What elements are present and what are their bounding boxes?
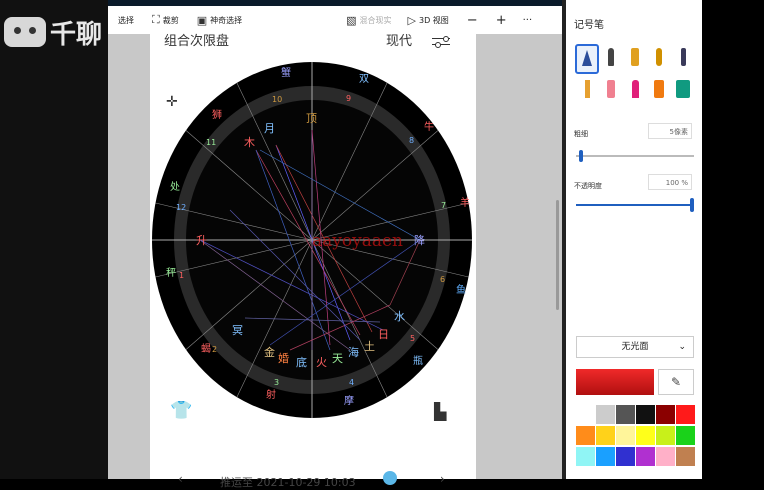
pencil-tool[interactable]: [577, 78, 597, 104]
planet-label-heaven: 天: [332, 352, 343, 365]
zodiac-sign-label: 瓶: [413, 354, 423, 367]
zodiac-sign-label: 羊: [460, 196, 470, 209]
planet-label-sea: 海: [348, 345, 359, 359]
zodiac-sign-label: 摩: [344, 394, 354, 407]
ink-pen-tool[interactable]: [601, 46, 621, 72]
zodiac-sign-label: 牛: [424, 120, 434, 133]
palette-swatch[interactable]: [676, 447, 695, 466]
house-number-label: 3: [274, 378, 279, 387]
house-number-label: 12: [176, 203, 186, 212]
house-number-label: 7: [441, 201, 446, 210]
planet-label-sun: 日: [378, 328, 389, 341]
palette-swatch[interactable]: [636, 405, 655, 424]
palette-swatch[interactable]: [576, 405, 595, 424]
opacity-label: 不透明度: [574, 182, 602, 190]
planet-label-moon: 月: [264, 122, 275, 135]
pixel-pen-tool[interactable]: [673, 46, 693, 72]
oil-brush-tool[interactable]: [625, 46, 645, 72]
fill-bucket-tool[interactable]: [673, 78, 693, 104]
thickness-slider[interactable]: [576, 155, 694, 157]
planet-label-venus: 金: [264, 345, 275, 359]
palette-swatch[interactable]: [576, 426, 595, 445]
palette-swatch[interactable]: [596, 426, 615, 445]
house-number-label: 4: [349, 378, 354, 387]
eraser-tool[interactable]: [601, 78, 621, 104]
calligraphy-pen-tool[interactable]: [575, 44, 599, 74]
vertical-scrollbar[interactable]: [556, 200, 559, 310]
palette-swatch[interactable]: [616, 405, 635, 424]
planet-label-jupiter: 木: [244, 136, 255, 149]
house-number-label: 11: [206, 138, 216, 147]
palette-swatch[interactable]: [576, 447, 595, 466]
planet-label-ic: 底: [296, 355, 307, 369]
finish-label: 无光面: [621, 342, 649, 352]
thickness-input[interactable]: 5像素: [648, 123, 692, 139]
palette-swatch[interactable]: [616, 447, 635, 466]
watercolor-tool[interactable]: [649, 46, 669, 72]
thickness-label: 粗细: [574, 130, 588, 138]
crosshair-icon: ✛: [166, 94, 178, 110]
zodiac-sign-label: 双: [359, 73, 369, 85]
zodiac-sign-label: 蝎: [201, 343, 211, 355]
house-number-label: 2: [212, 345, 217, 354]
house-number-label: 8: [409, 136, 414, 145]
planet-label-neptune: 冥: [232, 324, 243, 337]
palette-swatch[interactable]: [676, 426, 695, 445]
house-number-label: 6: [440, 275, 445, 284]
thickness-slider-thumb[interactable]: [579, 150, 583, 162]
palette-swatch[interactable]: [596, 405, 615, 424]
planet-label-mars: 火: [316, 356, 327, 369]
palette-swatch[interactable]: [656, 405, 675, 424]
opacity-slider[interactable]: [576, 204, 694, 206]
opacity-slider-thumb[interactable]: [690, 198, 694, 212]
current-color-swatch[interactable]: [576, 369, 654, 395]
opacity-input[interactable]: 100 %: [648, 174, 692, 190]
zodiac-sign-label: 鱼: [456, 283, 466, 296]
planet-label-water: 水: [394, 310, 405, 323]
zodiac-sign-label: 秤: [166, 267, 176, 279]
planet-label-marriage: 婚: [278, 351, 289, 365]
finish-dropdown[interactable]: 无光面 ⌄: [576, 336, 694, 358]
zodiac-sign-label: 处: [170, 181, 180, 193]
eyedropper-icon[interactable]: ✎: [658, 369, 694, 395]
planet-label-earth: 土: [364, 340, 375, 353]
planet-label-asc: 升: [196, 234, 207, 247]
panel-title: 记号笔: [574, 20, 604, 31]
palette-swatch[interactable]: [616, 426, 635, 445]
palette-swatch[interactable]: [656, 426, 675, 445]
zodiac-sign-label: 狮: [212, 108, 222, 121]
zodiac-sign-label: 射: [266, 389, 276, 401]
palette-swatch[interactable]: [636, 447, 655, 466]
chevron-down-icon: ⌄: [678, 342, 686, 352]
house-number-label: 9: [346, 94, 351, 103]
right-background: [702, 0, 764, 479]
palette-swatch[interactable]: [676, 405, 695, 424]
spray-can-tool[interactable]: [649, 78, 669, 104]
house-number-label: 10: [272, 95, 282, 104]
palette-swatch[interactable]: [636, 426, 655, 445]
palette-swatch[interactable]: [656, 447, 675, 466]
planet-label-mc: 顶: [306, 112, 317, 125]
zodiac-sign-label: 蟹: [281, 66, 291, 79]
palette-swatch[interactable]: [596, 447, 615, 466]
planet-label-dsc: 降: [414, 233, 425, 247]
overlay-watermark-text: aayoyaaen: [312, 231, 403, 251]
chart-wheel: 蟹双牛羊鱼瓶摩 射 蝎 秤 处 狮 10 9 8 7 6 5 4 3 2 1 12 11 月木 顶升 降冥金婚底火天海土…: [152, 62, 472, 418]
crayon-tool[interactable]: [625, 78, 645, 104]
house-number-label: 5: [410, 334, 415, 343]
house-number-label: 1: [179, 271, 184, 280]
